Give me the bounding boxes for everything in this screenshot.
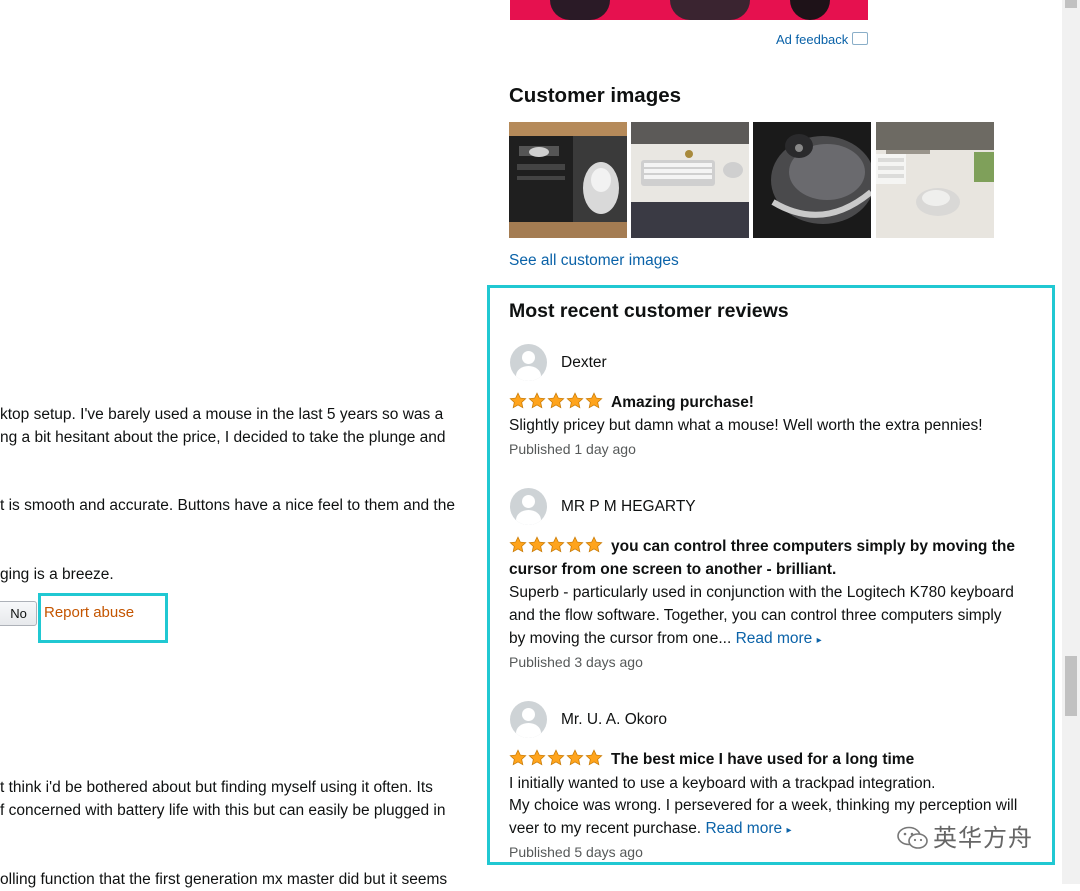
star-icon xyxy=(547,749,565,766)
review-text-line: t is smooth and accurate. Buttons have a… xyxy=(0,497,455,514)
review-text-line: t think i'd be bothered about but findin… xyxy=(0,779,433,796)
customer-image-thumbnail[interactable] xyxy=(509,122,627,238)
watermark-text: 英华方舟 xyxy=(933,825,1033,852)
star-icon xyxy=(566,749,584,766)
published-date: Published 5 days ago xyxy=(509,844,643,860)
scrollbar-thumb[interactable] xyxy=(1065,656,1077,716)
customer-image-thumbnail[interactable] xyxy=(876,122,994,238)
avatar xyxy=(510,488,547,525)
review-title[interactable]: The best mice I have used for a long tim… xyxy=(611,748,914,771)
scrollbar-top-handle[interactable] xyxy=(1065,0,1077,8)
review-title[interactable]: cursor from one screen to another - bril… xyxy=(509,558,836,581)
see-all-customer-images-link[interactable]: See all customer images xyxy=(509,252,679,270)
review-body: veer to my recent purchase. xyxy=(509,820,702,837)
ad-banner-image[interactable] xyxy=(510,0,868,20)
review-body-last-line: veer to my recent purchase. Read more ▸ xyxy=(509,817,791,842)
review-body: Superb - particularly used in conjunctio… xyxy=(509,584,1014,601)
report-abuse-link[interactable]: Report abuse xyxy=(44,604,134,621)
star-icon xyxy=(566,392,584,409)
reviewer-name[interactable]: MR P M HEGARTY xyxy=(561,498,696,516)
avatar xyxy=(510,701,547,738)
star-rating xyxy=(509,536,603,554)
read-more-link[interactable]: Read more ▸ xyxy=(736,630,822,647)
star-icon xyxy=(585,536,603,553)
read-more-link[interactable]: Read more ▸ xyxy=(705,820,791,837)
star-icon xyxy=(528,536,546,553)
reviewer-name[interactable]: Dexter xyxy=(561,354,607,372)
published-date: Published 3 days ago xyxy=(509,654,643,670)
review-body-last-line: by moving the cursor from one... Read mo… xyxy=(509,627,822,652)
customer-images-heading: Customer images xyxy=(509,84,682,107)
ad-feedback-link[interactable]: Ad feedback xyxy=(776,32,869,47)
star-icon xyxy=(585,749,603,766)
review-body: and the flow software. Together, you can… xyxy=(509,607,1002,624)
star-rating xyxy=(509,392,603,410)
star-icon xyxy=(547,392,565,409)
star-icon xyxy=(528,749,546,766)
review-title[interactable]: you can control three computers simply b… xyxy=(611,535,1015,558)
wechat-icon xyxy=(897,826,929,850)
review-text-line: ging is a breeze. xyxy=(0,566,114,583)
review-text-line: ng a bit hesitant about the price, I dec… xyxy=(0,429,446,446)
watermark: 英华方舟 xyxy=(897,818,1033,853)
chevron-right-icon: ▸ xyxy=(786,825,792,836)
star-icon xyxy=(528,392,546,409)
review-body: I initially wanted to use a keyboard wit… xyxy=(509,775,936,792)
reviewer-name[interactable]: Mr. U. A. Okoro xyxy=(561,711,667,729)
star-icon xyxy=(547,536,565,553)
review-body: My choice was wrong. I persevered for a … xyxy=(509,797,1018,814)
customer-image-thumbnail[interactable] xyxy=(631,122,749,238)
published-date: Published 1 day ago xyxy=(509,441,636,457)
ad-feedback-label: Ad feedback xyxy=(776,32,849,47)
star-icon xyxy=(509,536,527,553)
review-body: Slightly pricey but damn what a mouse! W… xyxy=(509,417,983,434)
chevron-right-icon: ▸ xyxy=(816,635,822,646)
read-more-label: Read more xyxy=(735,630,813,647)
avatar xyxy=(510,344,547,381)
review-body: by moving the cursor from one... xyxy=(509,630,732,647)
review-text-line: ktop setup. I've barely used a mouse in … xyxy=(0,406,444,423)
star-icon xyxy=(566,536,584,553)
recent-reviews-heading: Most recent customer reviews xyxy=(509,300,789,322)
star-icon xyxy=(585,392,603,409)
review-text-line: f concerned with battery life with this … xyxy=(0,802,446,819)
vertical-scrollbar[interactable] xyxy=(1062,0,1080,884)
review-title[interactable]: Amazing purchase! xyxy=(611,391,754,414)
star-icon xyxy=(509,749,527,766)
review-text-line: olling function that the first generatio… xyxy=(0,871,448,888)
read-more-label: Read more xyxy=(705,820,783,837)
star-icon xyxy=(509,392,527,409)
speech-bubble-icon xyxy=(852,32,869,45)
star-rating xyxy=(509,749,603,767)
customer-image-thumbnail[interactable] xyxy=(753,122,871,238)
helpful-no-button[interactable]: No xyxy=(0,601,37,626)
